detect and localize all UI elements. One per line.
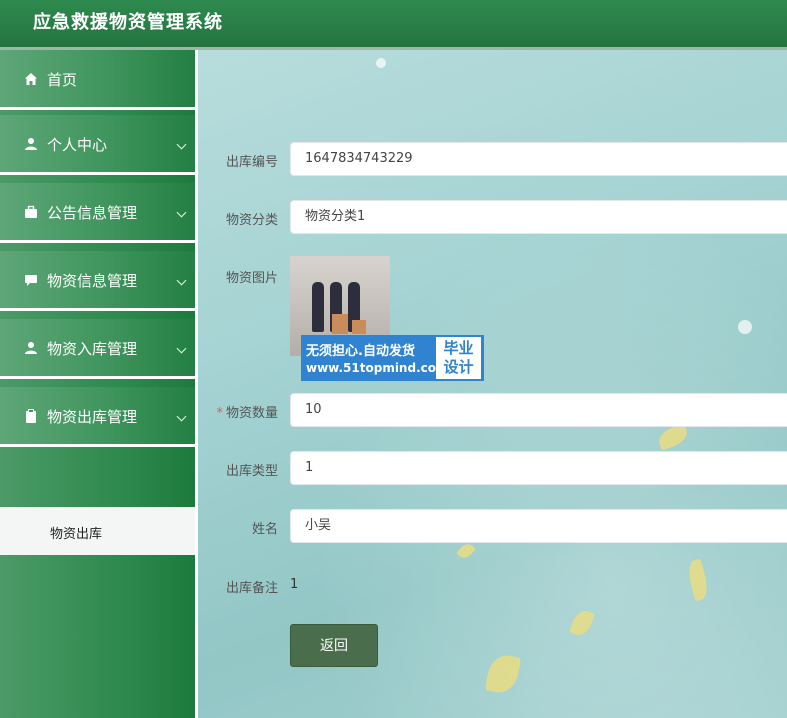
watermark-line1: 无须担心.自动发货	[306, 344, 415, 359]
background-leaf	[484, 652, 522, 696]
sidebar-item-label: 首页	[47, 71, 78, 89]
sidebar-item-outbound-management[interactable]: 物资出库管理	[0, 387, 195, 447]
category-field[interactable]: 物资分类1	[290, 200, 787, 234]
remark-value: 1	[290, 577, 299, 592]
briefcase-icon	[25, 205, 37, 218]
app-title: 应急救援物资管理系统	[33, 12, 223, 33]
background-leaf	[685, 558, 711, 602]
top-header: 应急救援物资管理系统	[0, 0, 787, 47]
image-label: 物资图片	[225, 271, 278, 286]
chat-bubble-icon	[25, 275, 37, 286]
back-button[interactable]: 返回	[290, 624, 378, 667]
sidebar-item-inbound-management[interactable]: 物资入库管理	[0, 319, 195, 379]
sidebar-item-home[interactable]: 首页	[0, 50, 195, 110]
chevron-down-icon	[176, 275, 187, 286]
watermark-line2: www.51topmind.com	[306, 361, 449, 375]
sidebar-item-label: 物资出库管理	[47, 408, 138, 426]
quantity-field[interactable]: 10	[290, 393, 787, 427]
background-leaf	[569, 607, 595, 639]
sidebar-item-notice-management[interactable]: 公告信息管理	[0, 183, 195, 243]
outbound-no-field[interactable]: 1647834743229	[290, 142, 787, 176]
photo-figure	[312, 282, 324, 332]
category-label: 物资分类	[225, 213, 278, 228]
photo-box	[352, 320, 366, 334]
outbound-type-label: 出库类型	[225, 464, 278, 479]
photo-box	[332, 314, 348, 334]
chevron-down-icon	[176, 207, 187, 218]
remark-label: 出库备注	[225, 581, 278, 596]
clipboard-icon	[26, 409, 36, 423]
watermark-banner: 无须担心.自动发货 www.51topmind.com 毕业 设计	[301, 335, 484, 381]
user-icon	[25, 342, 37, 354]
sidebar-item-label: 物资信息管理	[47, 272, 138, 290]
sidebar-item-material-info[interactable]: 物资信息管理	[0, 251, 195, 311]
sidebar-subitem-outbound[interactable]: 物资出库	[0, 507, 195, 555]
required-mark: *	[216, 406, 223, 421]
home-icon	[25, 73, 37, 85]
chevron-down-icon	[176, 411, 187, 422]
name-label: 姓名	[251, 522, 278, 537]
main-content: 出库编号 1647834743229 物资分类 物资分类1 物资图片 无须担心.…	[198, 50, 787, 718]
background-bokeh	[738, 320, 752, 334]
outbound-no-label: 出库编号	[225, 155, 278, 170]
chevron-down-icon	[176, 139, 187, 150]
chevron-down-icon	[176, 343, 187, 354]
background-leaf	[456, 541, 476, 561]
outbound-type-field[interactable]: 1	[290, 451, 787, 485]
sidebar-item-label: 物资入库管理	[47, 340, 138, 358]
background-bokeh	[376, 58, 386, 68]
sidebar-item-label: 个人中心	[47, 136, 108, 154]
quantity-label: * 物资数量	[198, 402, 278, 421]
name-field[interactable]: 小吴	[290, 509, 787, 543]
user-icon	[25, 138, 37, 150]
sidebar-subitem-label: 物资出库	[50, 527, 103, 542]
sidebar-item-personal-center[interactable]: 个人中心	[0, 115, 195, 175]
watermark-badge: 毕业 设计	[436, 337, 481, 379]
sidebar-item-label: 公告信息管理	[47, 204, 138, 222]
background-leaf	[655, 423, 691, 451]
watermark-badge-line2: 设计	[443, 358, 474, 376]
watermark-badge-line1: 毕业	[443, 339, 474, 357]
sidebar: 首页 个人中心 公告信息管理 物资信息管理 物资入库管理 物资出库管理 物资出库	[0, 50, 195, 718]
quantity-label-text: 物资数量	[225, 406, 278, 421]
